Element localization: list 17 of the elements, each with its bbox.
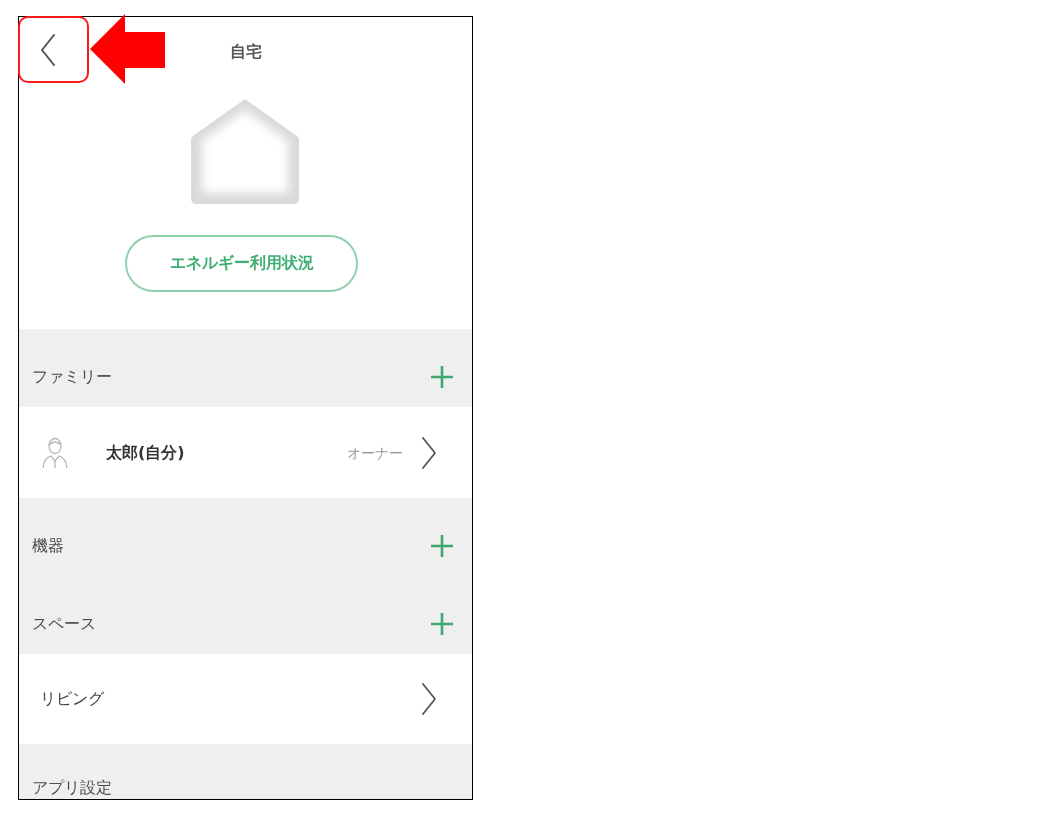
back-chevron-icon (39, 33, 56, 66)
screen-title: 自宅 (229, 41, 262, 62)
add-icon[interactable] (431, 366, 453, 388)
add-icon[interactable] (431, 613, 453, 635)
section-title: スペース (32, 614, 96, 634)
section-title: アプリ設定 (32, 778, 112, 798)
back-button[interactable] (18, 16, 89, 83)
chevron-right-icon (421, 436, 437, 469)
chevron-right-icon (421, 683, 437, 715)
house-icon (190, 98, 300, 205)
member-role: オーナー (347, 443, 403, 463)
add-icon[interactable] (431, 535, 453, 557)
member-name: 太郎(自分) (106, 442, 185, 463)
space-name: リビング (40, 689, 104, 709)
person-icon (42, 436, 68, 469)
section-title: ファミリー (32, 367, 112, 387)
section-title: 機器 (32, 536, 64, 556)
